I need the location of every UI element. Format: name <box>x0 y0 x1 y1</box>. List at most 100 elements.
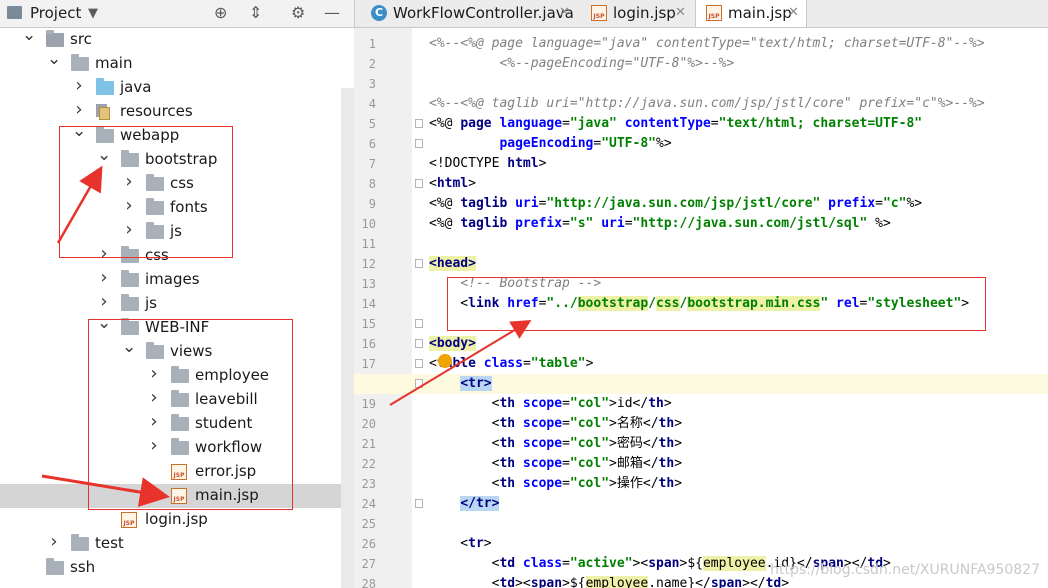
chevron-right-icon[interactable]: › <box>72 99 86 120</box>
code-token: < <box>429 416 500 431</box>
tree-item-java[interactable]: › java <box>0 75 341 100</box>
chevron-right-icon[interactable]: › <box>97 291 111 312</box>
collapse-all-icon[interactable]: ⇕ <box>249 4 262 22</box>
code-token: scope <box>515 436 563 451</box>
chevron-right-icon[interactable]: › <box>97 267 111 288</box>
intention-bulb-icon[interactable] <box>438 354 452 368</box>
code-token: scope <box>515 456 563 471</box>
chevron-down-icon[interactable]: ⌄ <box>47 49 61 69</box>
code-text: <th scope="col">密码</th> <box>429 434 682 454</box>
code-token: html <box>436 176 469 191</box>
code-line[interactable] <box>354 514 1048 534</box>
code-line[interactable]: <%--<%@ taglib uri="http://java.sun.com/… <box>354 94 1048 114</box>
fold-marker-icon[interactable] <box>415 259 423 268</box>
code-line[interactable]: <%@ taglib uri = "http://java.sun.com/jsp/… <box>354 194 1048 214</box>
tree-item-main[interactable]: ⌄ main <box>0 49 341 76</box>
code-token: span <box>530 576 563 588</box>
close-icon[interactable]: ✕ <box>675 5 686 20</box>
fold-marker-icon[interactable] <box>415 179 423 188</box>
code-token: pageEncoding <box>499 136 594 151</box>
code-line[interactable]: <th scope="col">id</th> <box>354 394 1048 414</box>
hide-panel-icon[interactable]: — <box>324 4 340 22</box>
code-line[interactable] <box>354 234 1048 254</box>
code-line[interactable]: <!DOCTYPE html> <box>354 154 1048 174</box>
code-line[interactable]: </tr> <box>354 494 1048 514</box>
code-token: >密码</ <box>609 436 659 451</box>
code-token: <%--<%@ page language="java" contentType… <box>429 36 985 51</box>
scrollbar[interactable] <box>341 88 354 588</box>
code-token: >名称</ <box>609 416 659 431</box>
fold-marker-icon[interactable] <box>415 319 423 328</box>
folder-icon <box>121 270 139 288</box>
fold-marker-icon[interactable] <box>415 359 423 368</box>
tree-item-ssh[interactable]: ssh <box>0 556 341 580</box>
fold-marker-icon[interactable] <box>415 139 423 148</box>
code-token: = <box>562 556 570 571</box>
fold-marker-icon[interactable] <box>415 379 423 388</box>
chevron-right-icon[interactable]: › <box>72 75 86 96</box>
code-line[interactable]: <%@ taglib prefix="s" uri="http://java.s… <box>354 214 1048 234</box>
tree-item-images[interactable]: › images <box>0 267 341 292</box>
code-line[interactable]: <%--pageEncoding="UTF-8"%>--%> <box>354 54 1048 74</box>
locate-target-icon[interactable]: ⊕ <box>214 4 227 22</box>
code-token: <%--pageEncoding="UTF-8"%>--%> <box>429 56 735 71</box>
code-line[interactable]: <%@ page language="java" contentType="te… <box>354 114 1048 134</box>
code-line[interactable]: <tr> <box>354 534 1048 554</box>
code-line[interactable]: <table class="table"> <box>354 354 1048 374</box>
code-token: < <box>429 396 500 411</box>
code-line[interactable]: <tr> <box>354 374 1048 394</box>
tree-item-resources[interactable]: › resources <box>0 99 341 124</box>
code-line[interactable]: <head> <box>354 254 1048 274</box>
code-token: = <box>562 436 570 451</box>
tab-workflowcontroller-java[interactable]: C WorkFlowController.java ✕ <box>361 0 574 27</box>
code-token: .name}</ <box>648 576 711 588</box>
code-line[interactable]: <th scope="col">密码</th> <box>354 434 1048 454</box>
chevron-right-icon[interactable]: › <box>47 531 61 552</box>
close-icon[interactable]: ✕ <box>559 5 570 20</box>
code-token: <%@ <box>429 116 461 131</box>
code-token: <%@ <box>429 196 461 211</box>
code-token: uri <box>507 196 539 211</box>
project-view-title[interactable]: Project <box>30 4 81 22</box>
tree-item-label: ssh <box>70 558 96 576</box>
tree-item-test[interactable]: › test <box>0 531 341 556</box>
code-token: "UTF-8" <box>601 136 656 151</box>
code-line[interactable]: <%--<%@ page language="java" contentType… <box>354 34 1048 54</box>
fold-marker-icon[interactable] <box>415 339 423 348</box>
chevron-down-icon[interactable]: ▼ <box>88 5 98 23</box>
code-token: = <box>710 116 719 131</box>
code-line[interactable]: <th scope="col">操作</th> <box>354 474 1048 494</box>
code-text: <%--<%@ page language="java" contentType… <box>429 34 985 54</box>
code-text: <!DOCTYPE html> <box>429 154 546 174</box>
code-text: <body> <box>429 334 476 354</box>
tree-item-js[interactable]: › js <box>0 291 341 316</box>
close-icon[interactable]: ✕ <box>788 5 799 20</box>
fold-marker-icon[interactable] <box>415 499 423 508</box>
project-view-icon <box>7 6 22 19</box>
code-token: th <box>499 396 516 411</box>
fold-marker-icon[interactable] <box>415 119 423 128</box>
code-token: > <box>674 416 683 431</box>
code-token: > <box>674 436 683 451</box>
code-token: class <box>515 556 563 571</box>
module-folder-icon <box>46 30 64 48</box>
code-line[interactable]: <html> <box>354 174 1048 194</box>
code-line[interactable]: <body> <box>354 334 1048 354</box>
code-line[interactable] <box>354 74 1048 94</box>
code-token: %> <box>906 196 923 211</box>
code-token: <!DOCTYPE <box>429 156 508 171</box>
tab-main-jsp[interactable]: JSP main.jsp ✕ <box>695 0 807 27</box>
tab-login-jsp[interactable]: JSP login.jsp ✕ <box>581 0 689 27</box>
code-token: <head> <box>429 256 476 271</box>
code-line[interactable]: <th scope="col">名称</th> <box>354 414 1048 434</box>
chevron-down-icon[interactable]: ⌄ <box>22 25 36 45</box>
gear-icon[interactable]: ⚙ <box>291 4 305 22</box>
code-line[interactable]: <th scope="col">邮箱</th> <box>354 454 1048 474</box>
jsp-file-icon: JSP <box>591 5 607 21</box>
code-token: employee <box>702 556 766 571</box>
code-line[interactable]: pageEncoding="UTF-8"%> <box>354 134 1048 154</box>
code-token: > <box>538 156 547 171</box>
tree-item-login-jsp[interactable]: JSP login.jsp <box>0 508 341 532</box>
code-text: <th scope="col">id</th> <box>429 394 672 414</box>
